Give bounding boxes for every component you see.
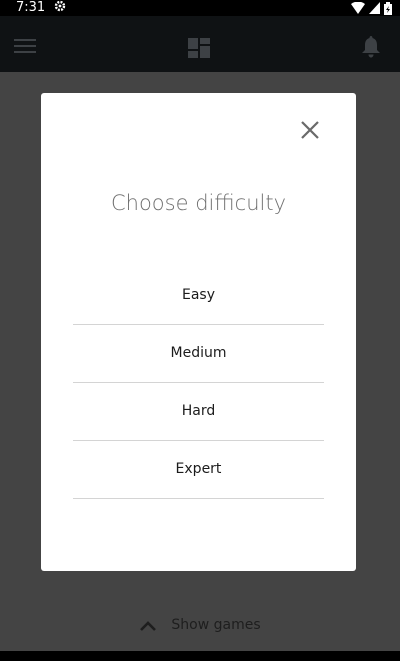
bell-icon[interactable] [361, 36, 381, 58]
show-games-button[interactable]: Show games [0, 617, 400, 633]
gear-icon [54, 0, 66, 17]
wifi-icon [351, 2, 365, 14]
app-bar [0, 16, 400, 72]
chevron-up-icon [140, 620, 157, 631]
difficulty-dialog: Choose difficulty Easy Medium Hard Exper… [41, 93, 356, 571]
status-bar: 7:31 [0, 0, 400, 16]
menu-icon[interactable] [14, 39, 36, 57]
close-icon[interactable] [298, 118, 322, 142]
difficulty-option-easy[interactable]: Easy [73, 267, 324, 325]
dashboard-icon[interactable] [188, 38, 210, 58]
status-time: 7:31 [16, 0, 46, 15]
show-games-label: Show games [171, 617, 261, 633]
difficulty-option-expert[interactable]: Expert [73, 441, 324, 499]
difficulty-option-medium[interactable]: Medium [73, 325, 324, 383]
difficulty-options: Easy Medium Hard Expert [73, 267, 324, 499]
signal-icon [369, 2, 380, 14]
dialog-title: Choose difficulty [110, 191, 287, 215]
navigation-bar [0, 651, 400, 661]
battery-icon [384, 1, 392, 15]
difficulty-option-hard[interactable]: Hard [73, 383, 324, 441]
